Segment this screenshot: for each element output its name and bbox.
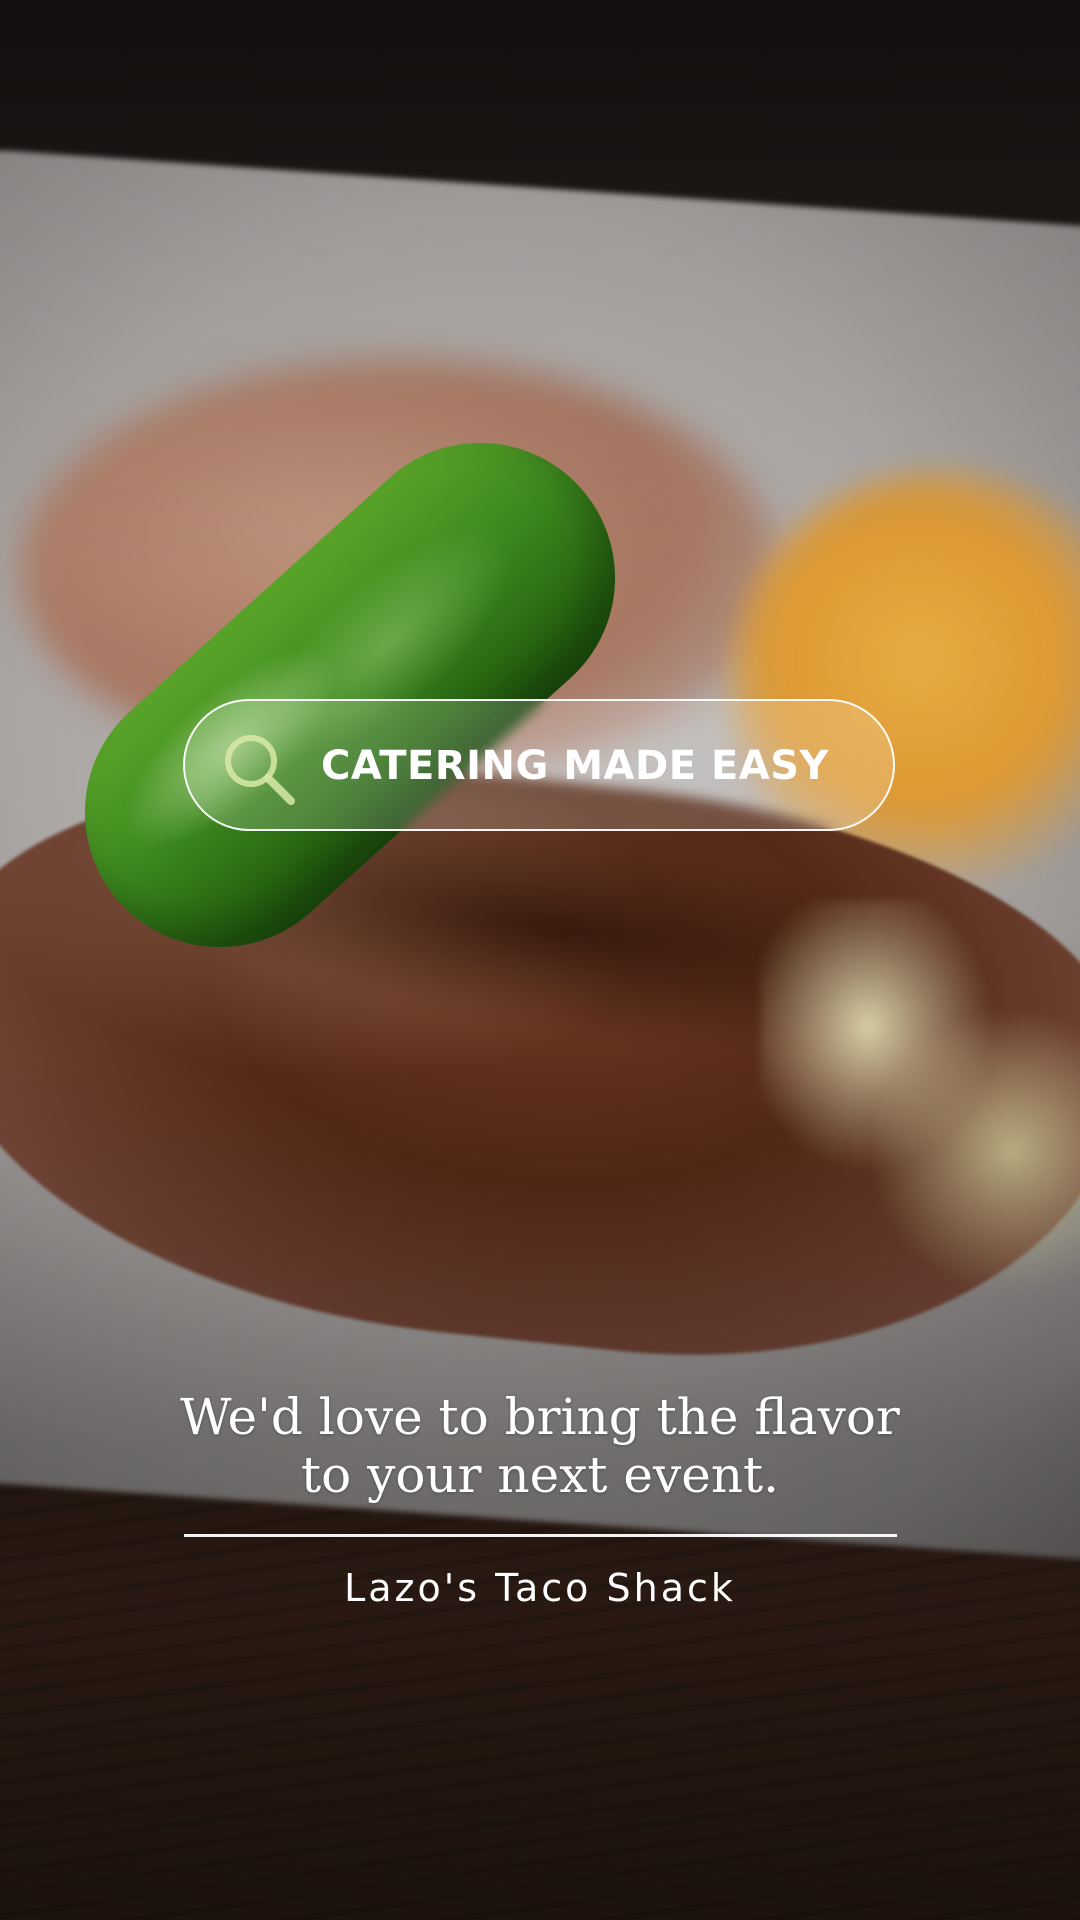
tagline-line-2: to your next event.	[300, 1446, 780, 1504]
tagline: We'd love to bring the flavor to your ne…	[140, 1388, 940, 1504]
catering-search-bar[interactable]: CATERING MADE EASY	[183, 699, 895, 831]
divider	[184, 1534, 897, 1537]
brand-name: Lazo's Taco Shack	[344, 1566, 736, 1610]
photo-overlay	[0, 0, 1080, 1920]
search-icon	[219, 729, 301, 811]
tagline-line-1: We'd love to bring the flavor	[180, 1388, 900, 1446]
search-label: CATERING MADE EASY	[321, 743, 830, 789]
catering-promo-screen: CATERING MADE EASY We'd love to bring th…	[0, 0, 1080, 1920]
